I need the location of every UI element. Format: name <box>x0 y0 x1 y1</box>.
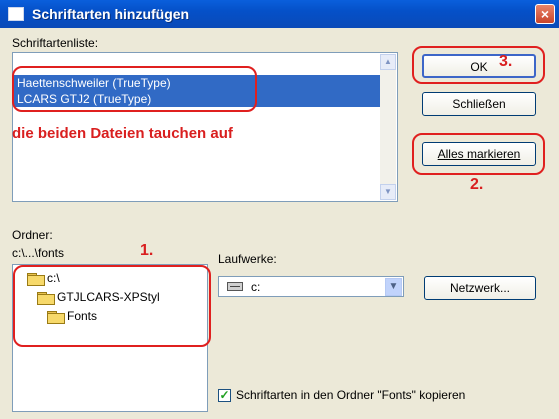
annotation-step1: 1. <box>140 242 154 259</box>
copy-fonts-checkbox[interactable]: ✓ <box>218 389 231 402</box>
window-title: Schriftarten hinzufügen <box>32 6 190 22</box>
drive-icon <box>227 282 243 291</box>
font-list-scrollbar[interactable]: ▲ ▼ <box>380 54 396 200</box>
drives-label: Laufwerke: <box>218 252 277 266</box>
close-button[interactable]: Schließen <box>422 92 536 116</box>
annotation-step2: 2. <box>470 176 484 193</box>
copy-fonts-label[interactable]: Schriftarten in den Ordner "Fonts" kopie… <box>236 388 465 402</box>
annotation-box-files <box>12 66 257 112</box>
folder-label: Ordner: <box>12 228 53 242</box>
annotation-box-select-all <box>412 133 545 175</box>
scroll-down-icon[interactable]: ▼ <box>380 184 396 200</box>
annotation-box-folder <box>13 265 211 347</box>
close-window-button[interactable]: × <box>535 4 555 24</box>
font-list-label: Schriftartenliste: <box>12 36 99 50</box>
title-bar: Schriftarten hinzufügen × <box>0 0 559 28</box>
folder-path: c:\...\fonts <box>12 246 65 260</box>
window-icon <box>8 7 24 21</box>
annotation-text: die beiden Dateien tauchen auf <box>12 125 233 142</box>
network-button[interactable]: Netzwerk... <box>424 276 536 300</box>
drives-value: c: <box>251 280 261 294</box>
chevron-down-icon[interactable]: ▼ <box>385 278 402 296</box>
drives-select[interactable]: c: ▼ <box>218 276 404 297</box>
scroll-up-icon[interactable]: ▲ <box>380 54 396 70</box>
annotation-box-ok <box>412 46 545 84</box>
